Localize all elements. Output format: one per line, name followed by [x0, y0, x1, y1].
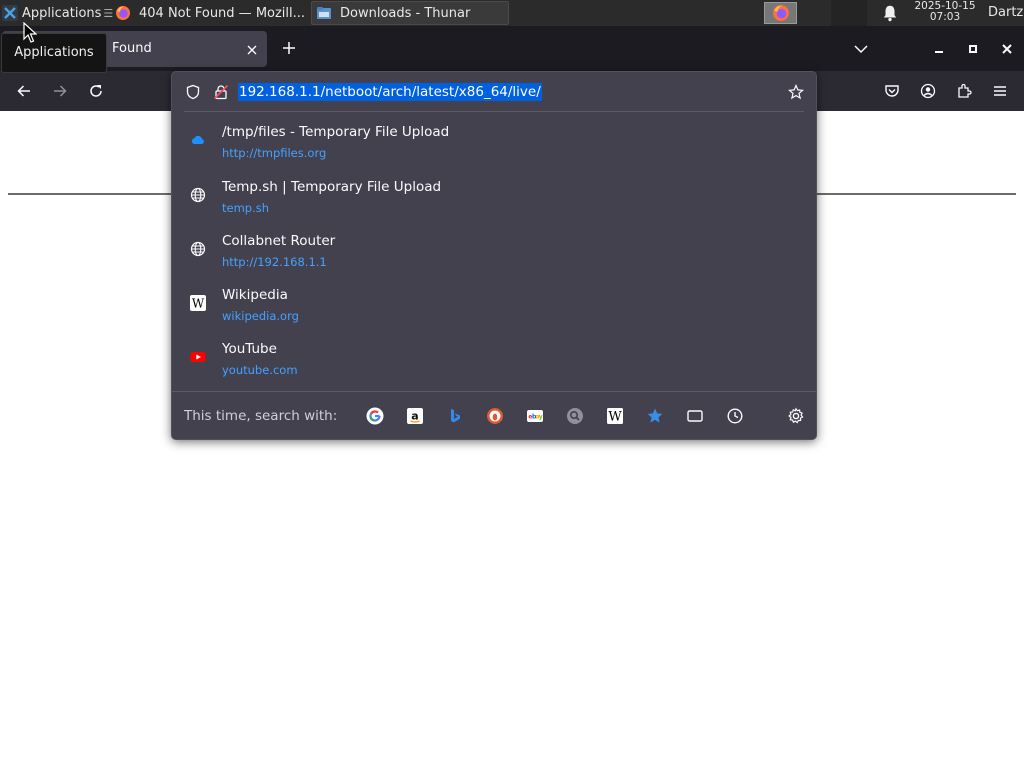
svg-text:W: W [608, 410, 622, 425]
suggestion-row[interactable]: Temp.sh | Temporary File Upload temp.sh [178, 173, 810, 225]
google-icon[interactable] [366, 407, 384, 425]
reload-icon[interactable] [88, 83, 104, 99]
clock[interactable]: 2025-10-15 07:03 [905, 1, 985, 23]
bookmark-star-icon[interactable] [788, 84, 804, 100]
bookmarks-star-icon[interactable] [646, 407, 664, 425]
wikipedia-icon: W [190, 295, 206, 311]
search-with-label: This time, search with: [184, 408, 338, 424]
applications-menu-button[interactable]: Applications ☰ [0, 0, 113, 26]
folder-icon [317, 7, 331, 19]
url-input[interactable]: 192.168.1.1/netboot/arch/latest/x86_64/l… [238, 83, 542, 101]
taskbar-item-label: 404 Not Found — Mozill... [139, 5, 306, 21]
suggestion-row[interactable]: YouTube youtube.com [178, 335, 810, 387]
suggestion-row[interactable]: /tmp/files - Temporary File Upload http:… [178, 118, 810, 170]
tracking-protection-shield-icon[interactable] [185, 84, 201, 100]
close-window-icon[interactable] [999, 41, 1015, 57]
suggestion-title: Wikipedia [222, 287, 288, 303]
tray-firefox-button[interactable] [764, 2, 797, 24]
suggestion-url: http://tmpfiles.org [222, 146, 327, 160]
suggestion-url: temp.sh [222, 201, 270, 215]
separator [184, 111, 804, 112]
search-settings-gear-icon[interactable] [787, 407, 805, 425]
applications-label: Applications [22, 5, 102, 21]
hamburger-menu-icon[interactable] [992, 83, 1008, 99]
new-tab-icon[interactable] [281, 40, 297, 56]
notification-bell-icon[interactable] [881, 4, 899, 22]
suggestion-url: youtube.com [222, 363, 298, 377]
pocket-icon[interactable] [884, 83, 900, 99]
svg-text:W: W [192, 297, 205, 311]
clock-time: 07:03 [929, 11, 961, 23]
insecure-lock-icon[interactable] [213, 84, 229, 100]
tab-title: Found [112, 41, 152, 56]
globe-icon [190, 241, 206, 257]
duckduckgo-icon[interactable] [486, 407, 504, 425]
wikipedia-icon[interactable]: W [606, 407, 624, 425]
firefox-icon [116, 6, 130, 20]
amazon-icon[interactable]: a [406, 407, 424, 425]
history-clock-icon[interactable] [726, 407, 744, 425]
bing-icon[interactable] [446, 407, 464, 425]
back-icon[interactable] [16, 83, 32, 99]
forward-icon [54, 85, 67, 97]
svg-text:a: a [411, 410, 418, 423]
user-menu[interactable]: Dartz [988, 0, 1023, 26]
taskbar-item-label: Downloads - Thunar [340, 5, 471, 21]
tabs-icon[interactable] [686, 407, 704, 425]
search-icon[interactable] [566, 407, 584, 425]
separator [172, 391, 816, 392]
suggestion-title: YouTube [222, 341, 277, 357]
chevron-down-icon[interactable] [853, 42, 869, 56]
firefox-icon [772, 5, 789, 21]
close-tab-icon[interactable] [245, 43, 259, 57]
account-icon[interactable] [920, 83, 936, 99]
cloud-icon [191, 135, 204, 144]
extensions-icon[interactable] [956, 83, 972, 99]
taskbar: Applications ☰ 404 Not Found — Mozill...… [0, 0, 1024, 26]
taskbar-item-firefox[interactable]: 404 Not Found — Mozill... [110, 0, 310, 26]
mouse-cursor-icon [23, 22, 37, 43]
tab-strip: Found [0, 26, 1024, 71]
suggestion-row[interactable]: Collabnet Router http://192.168.1.1 [178, 227, 810, 279]
taskbar-item-thunar[interactable]: Downloads - Thunar [311, 1, 509, 25]
suggestion-url: wikipedia.org [222, 309, 299, 323]
address-bar-popup: 192.168.1.1/netboot/arch/latest/x86_64/l… [171, 71, 817, 440]
suggestion-title: Collabnet Router [222, 233, 336, 249]
applications-tooltip: Applications [1, 33, 107, 73]
ebay-icon[interactable]: e b a y [526, 407, 544, 425]
address-bar[interactable]: 192.168.1.1/netboot/arch/latest/x86_64/l… [172, 72, 816, 112]
tray-area [831, 0, 867, 26]
maximize-icon[interactable] [965, 41, 981, 57]
svg-text:y: y [539, 414, 543, 421]
globe-icon [190, 187, 206, 203]
xfce-logo-icon [2, 5, 18, 21]
suggestion-row[interactable]: W Wikipedia wikipedia.org [178, 281, 810, 333]
suggestion-title: Temp.sh | Temporary File Upload [222, 179, 442, 195]
suggestion-title: /tmp/files - Temporary File Upload [222, 124, 450, 140]
youtube-icon [190, 352, 206, 362]
suggestion-url: http://192.168.1.1 [222, 255, 327, 269]
minimize-icon[interactable] [931, 41, 947, 57]
